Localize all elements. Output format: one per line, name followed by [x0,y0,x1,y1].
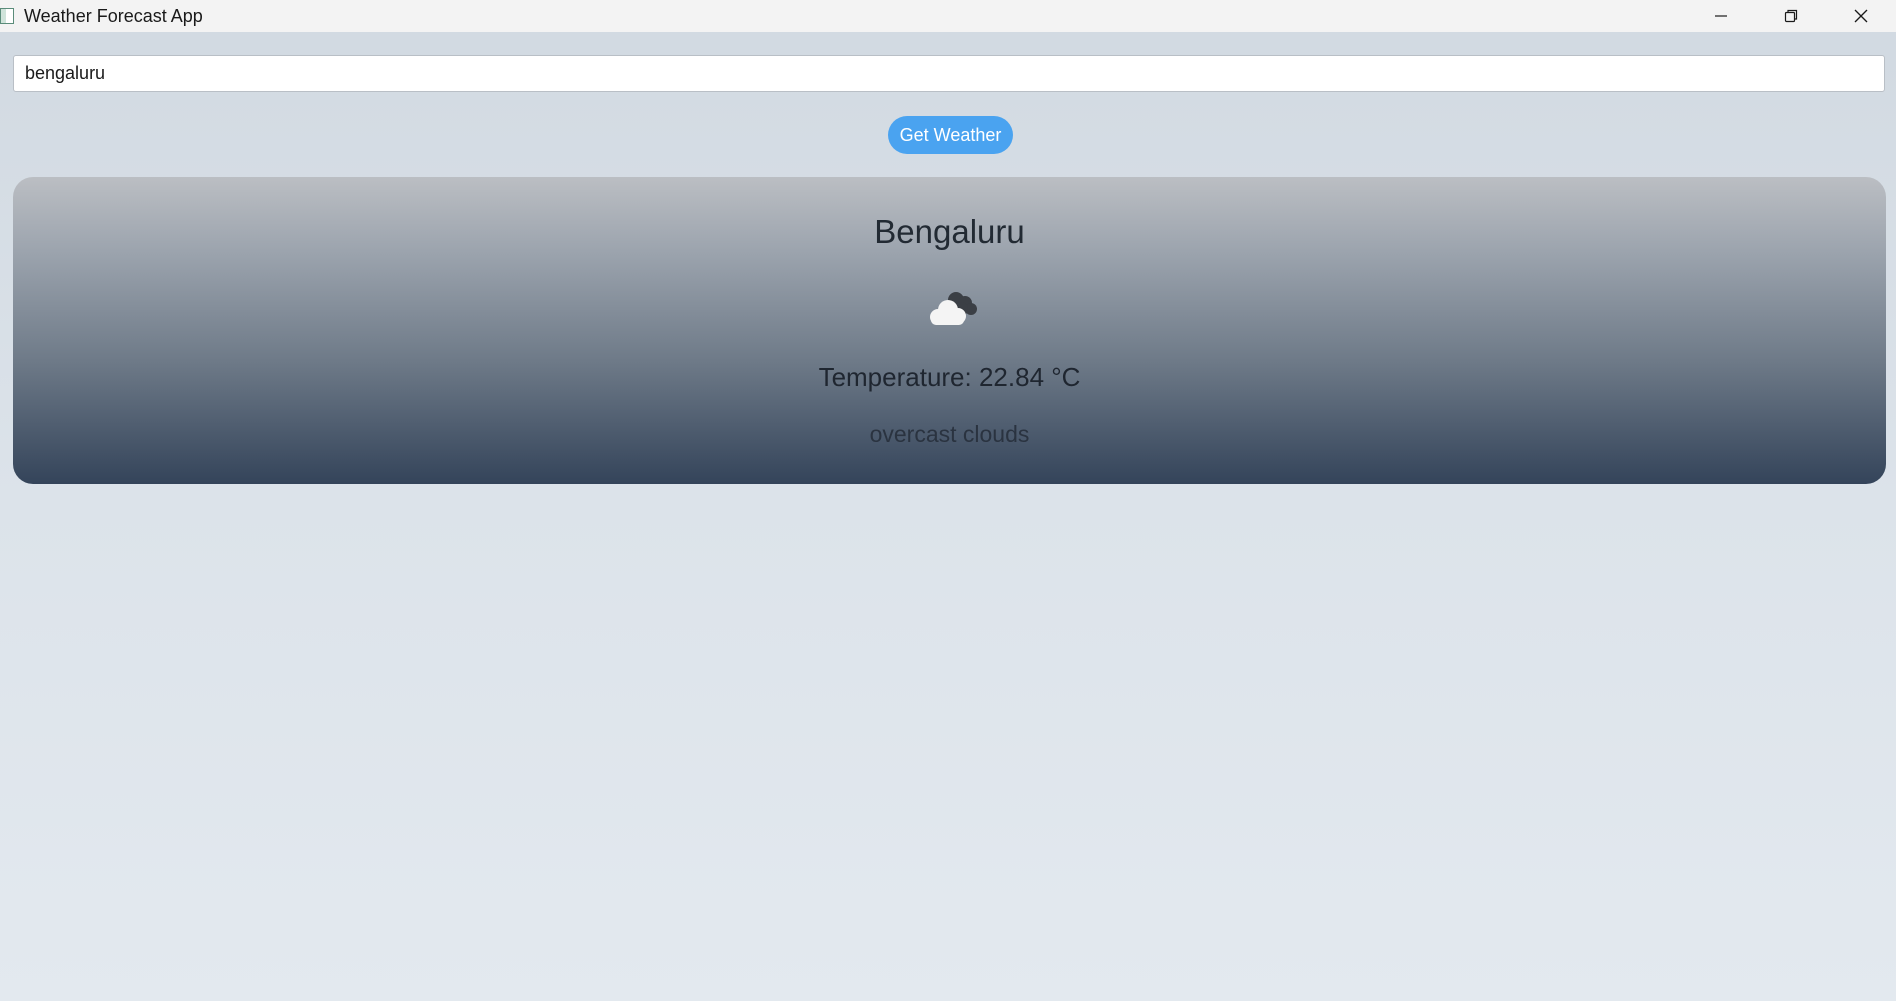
minimize-icon [1715,15,1727,17]
get-weather-button[interactable]: Get Weather [888,116,1013,154]
window-controls [1686,0,1896,32]
close-button[interactable] [1826,0,1896,32]
weather-card: Bengaluru Temperature: 22.84 °C overcast… [13,177,1886,484]
title-bar: Weather Forecast App [0,0,1896,32]
weather-description: overcast clouds [869,421,1030,447]
city-name: Bengaluru [874,213,1025,250]
city-search-input[interactable] [13,55,1885,92]
app-icon [0,8,14,24]
restore-button[interactable] [1756,0,1826,32]
minimize-button[interactable] [1686,0,1756,32]
temperature-text: Temperature: 22.84 °C [818,362,1081,392]
window-title: Weather Forecast App [24,5,203,26]
overcast-cloud-icon [930,292,977,325]
restore-icon [1784,9,1798,23]
close-icon [1854,9,1868,23]
